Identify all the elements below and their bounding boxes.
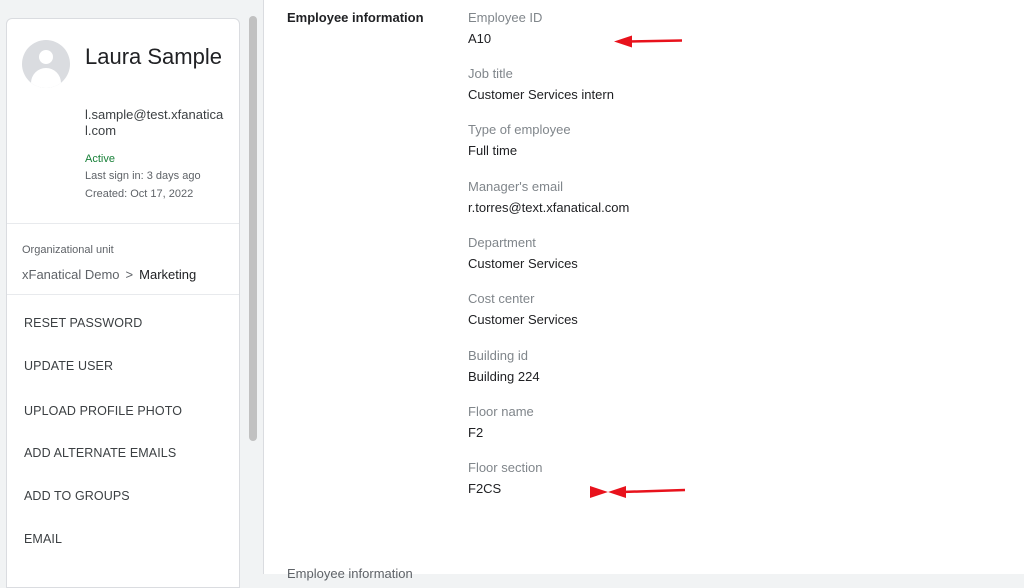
annotation-arrow-icon xyxy=(614,35,683,48)
annotation-arrow-icon xyxy=(590,486,686,498)
annotation-arrows xyxy=(590,35,686,498)
